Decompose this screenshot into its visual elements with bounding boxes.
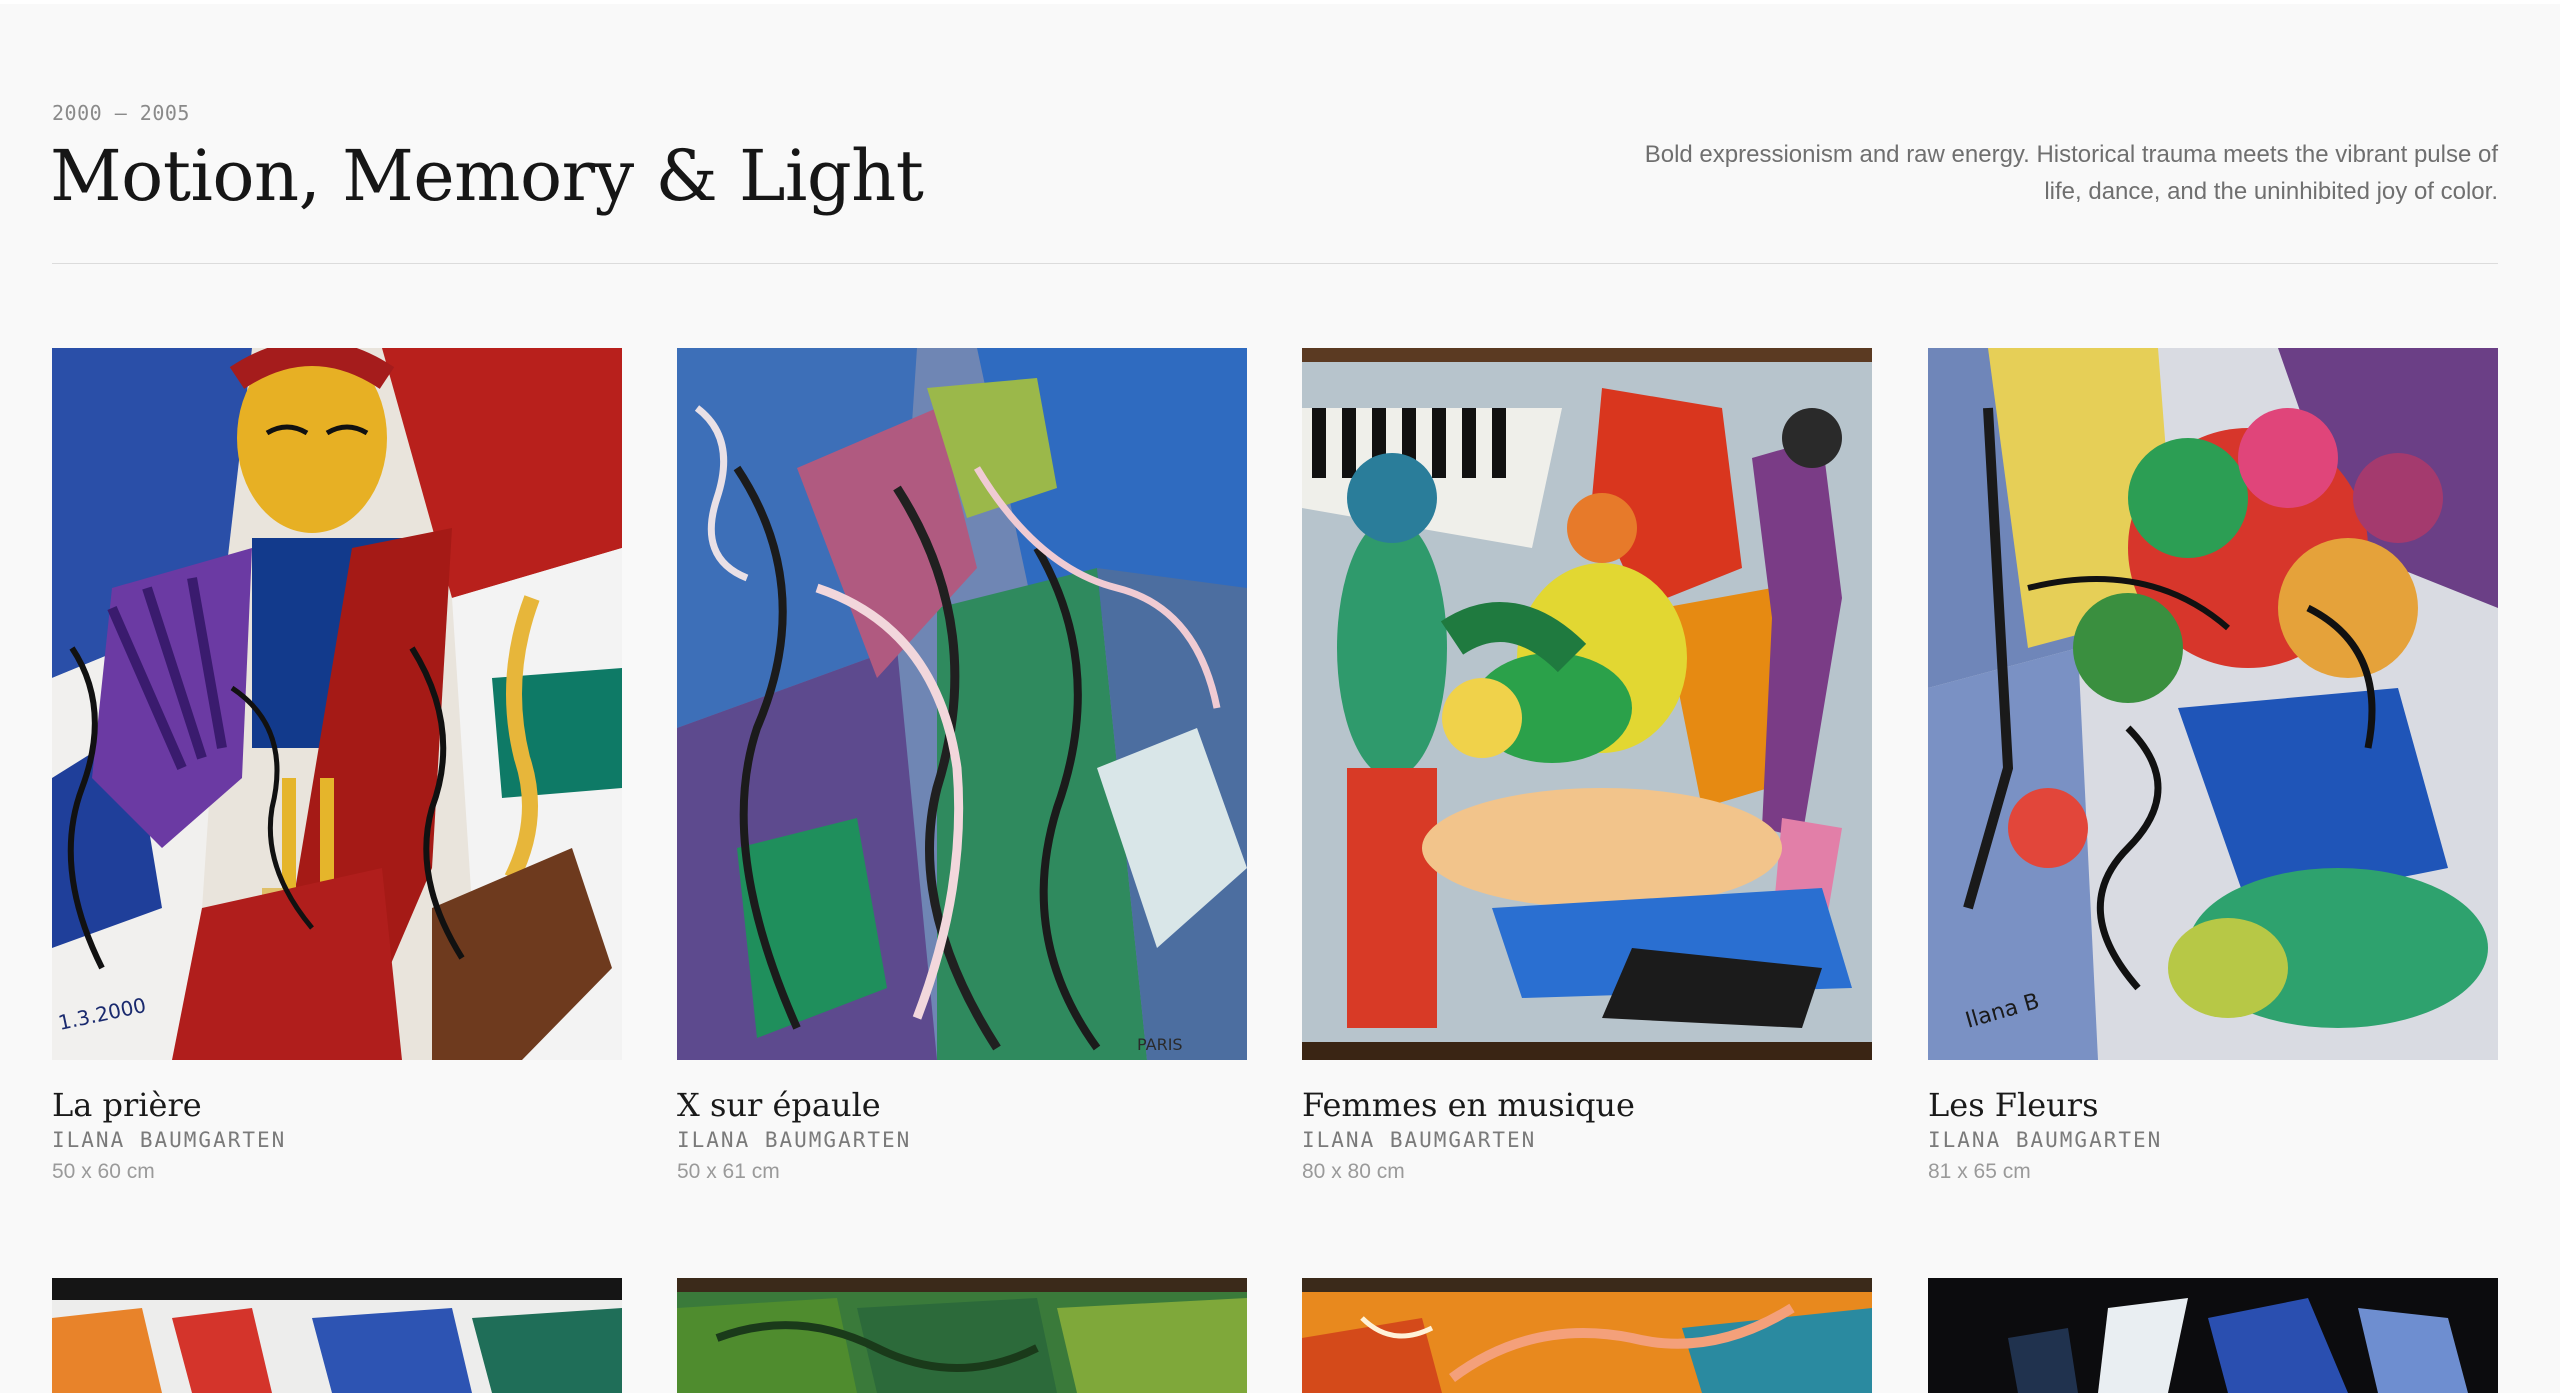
artwork-size: 50 x 61 cm <box>677 1160 780 1183</box>
artwork-card[interactable]: Ilana B Les Fleurs ILANA BAUMGARTEN 81 x… <box>1928 348 2498 1184</box>
artwork-size: 80 x 80 cm <box>1302 1160 1405 1183</box>
section-divider <box>52 263 2498 264</box>
artwork-image[interactable] <box>52 1278 622 1393</box>
artwork-title[interactable]: X sur épaule <box>677 1086 1247 1124</box>
artwork-title[interactable]: La prière <box>52 1086 622 1124</box>
section-description: Bold expressionism and raw energy. Histo… <box>1644 141 2498 205</box>
artwork-image[interactable]: 1.3.2000 <box>52 348 622 1060</box>
artwork-image[interactable]: PARIS <box>677 348 1247 1060</box>
artwork-artist: ILANA BAUMGARTEN <box>1928 1128 2163 1152</box>
artwork-size: 50 x 60 cm <box>52 1160 155 1183</box>
artwork-image[interactable] <box>1302 1278 1872 1393</box>
artwork-image[interactable] <box>1928 1278 2498 1393</box>
section-years: 2000 — 2005 <box>52 101 190 125</box>
artwork-title[interactable]: Femmes en musique <box>1302 1086 1872 1124</box>
artwork-card[interactable]: PARIS X sur épaule ILANA BAUMGARTEN 50 x… <box>677 348 1247 1184</box>
section-title: Motion, Memory & Light <box>50 135 924 217</box>
artwork-image[interactable] <box>677 1278 1247 1393</box>
gallery-page: 2000 — 2005 Motion, Memory & Light Bold … <box>0 0 2560 1393</box>
artwork-artist: ILANA BAUMGARTEN <box>677 1128 912 1152</box>
artwork-image[interactable]: Ilana B <box>1928 348 2498 1060</box>
svg-text:PARIS: PARIS <box>1137 1035 1183 1054</box>
artwork-image[interactable] <box>1302 348 1872 1060</box>
artwork-artist: ILANA BAUMGARTEN <box>52 1128 287 1152</box>
artwork-card[interactable]: Femmes en musique ILANA BAUMGARTEN 80 x … <box>1302 348 1872 1184</box>
top-edge <box>0 0 2560 4</box>
artwork-card[interactable]: 1.3.2000 La prière ILANA BAUMGARTEN 50 x… <box>52 348 622 1184</box>
artwork-size: 81 x 65 cm <box>1928 1160 2031 1183</box>
artwork-artist: ILANA BAUMGARTEN <box>1302 1128 1537 1152</box>
artwork-title[interactable]: Les Fleurs <box>1928 1086 2498 1124</box>
